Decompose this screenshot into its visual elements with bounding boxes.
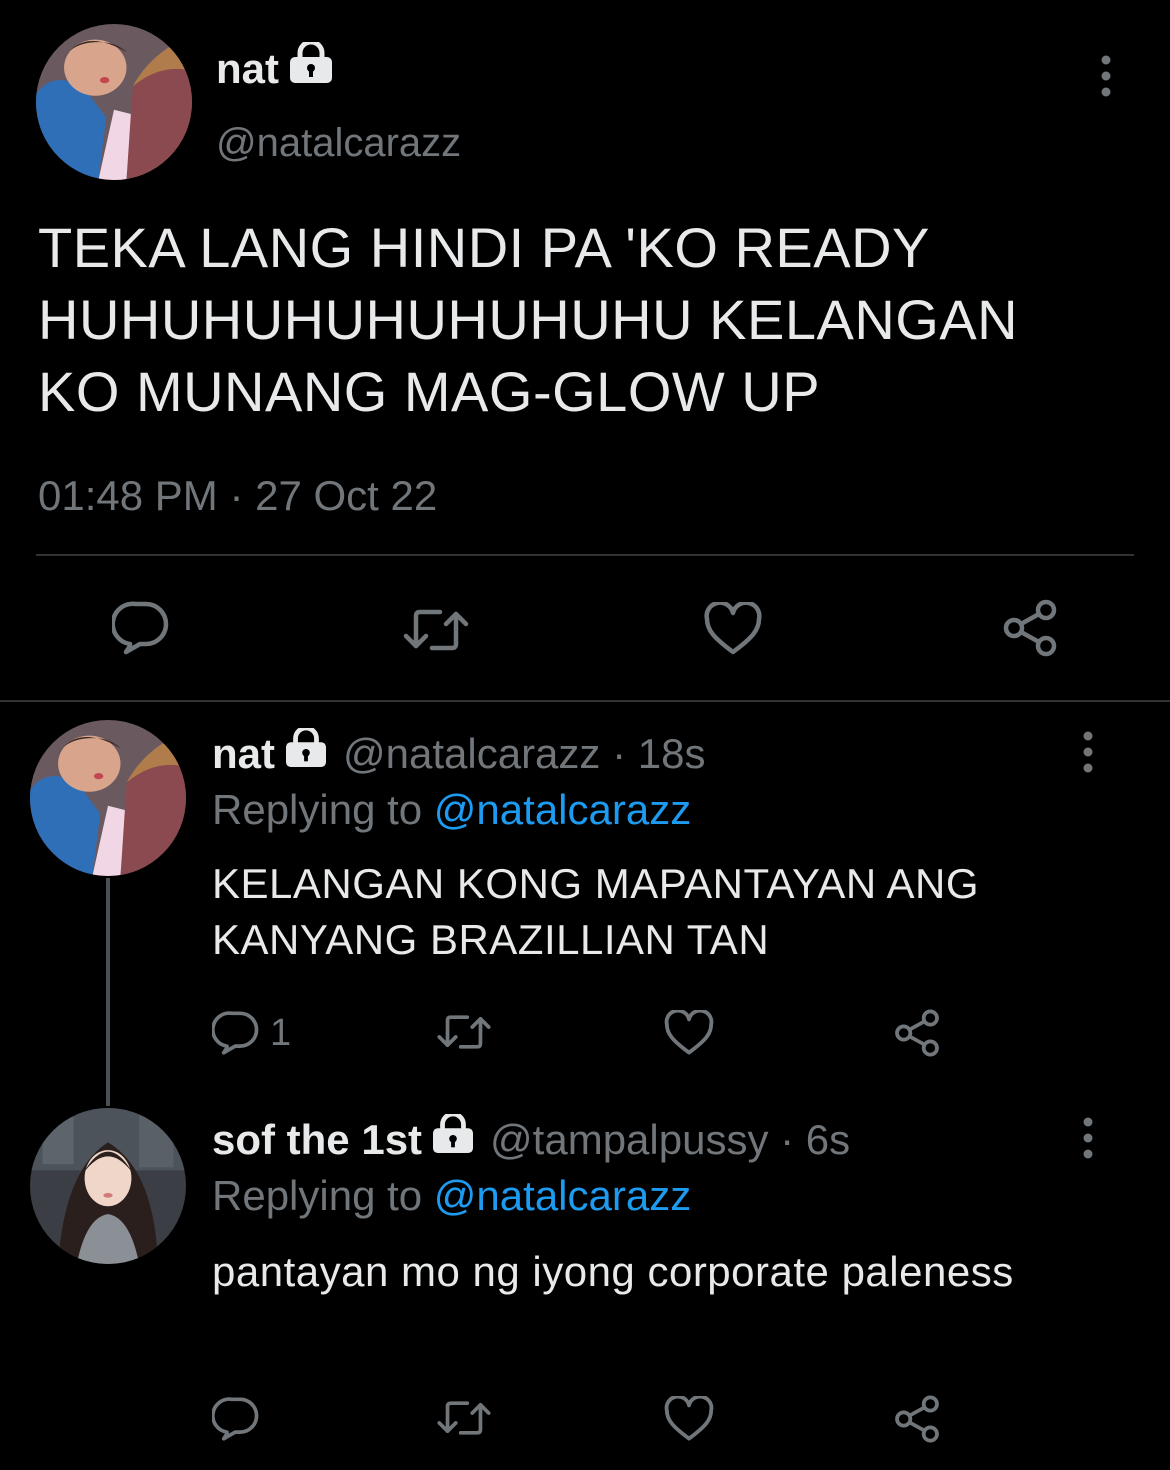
thread-connector bbox=[106, 878, 110, 1106]
author-name[interactable]: nat bbox=[216, 39, 335, 96]
share-icon bbox=[1003, 599, 1057, 657]
lock-icon bbox=[283, 725, 329, 780]
reply-icon bbox=[212, 1011, 259, 1055]
divider bbox=[0, 700, 1170, 702]
lock-icon bbox=[287, 39, 335, 96]
avatar[interactable] bbox=[36, 24, 192, 180]
heart-icon bbox=[704, 602, 762, 655]
retweet-icon bbox=[403, 609, 469, 651]
mention-link[interactable]: @natalcarazz bbox=[434, 786, 691, 833]
reply-button[interactable] bbox=[112, 600, 170, 656]
replying-prefix: Replying to bbox=[212, 786, 423, 833]
like-button[interactable] bbox=[664, 1396, 714, 1442]
display-name[interactable]: nat bbox=[212, 728, 275, 780]
share-button[interactable] bbox=[892, 1394, 942, 1444]
replying-prefix: Replying to bbox=[212, 1172, 423, 1219]
replying-to: Replying to @natalcarazz bbox=[212, 784, 691, 836]
share-button[interactable] bbox=[892, 1008, 942, 1058]
more-vertical-icon[interactable] bbox=[1078, 1116, 1098, 1160]
tweet-thread: nat @natalcarazz TEKA LANG HINDI PA 'KO … bbox=[0, 0, 1170, 1470]
reply-button[interactable] bbox=[212, 1396, 260, 1442]
tweet-text: TEKA LANG HINDI PA 'KO READY HUHUHUHUHUH… bbox=[38, 216, 1019, 423]
avatar[interactable] bbox=[30, 1108, 186, 1264]
lock-icon bbox=[430, 1111, 476, 1166]
more-vertical-icon[interactable] bbox=[1078, 730, 1098, 774]
share-icon bbox=[895, 1395, 939, 1443]
handle-and-time[interactable]: @natalcarazz · 18s bbox=[343, 728, 705, 780]
reply-header: sof the 1st @tampalpussy · 6s bbox=[212, 1111, 850, 1166]
reply-button[interactable]: 1 bbox=[212, 1010, 291, 1056]
heart-icon bbox=[664, 1396, 714, 1441]
reply-text: KELANGAN KONG MAPANTAYAN ANG KANYANG BRA… bbox=[212, 860, 980, 963]
reply-icon bbox=[112, 601, 169, 655]
share-button[interactable] bbox=[1000, 598, 1060, 658]
share-icon bbox=[895, 1009, 939, 1057]
like-button[interactable] bbox=[704, 602, 762, 656]
display-name[interactable]: sof the 1st bbox=[212, 1114, 422, 1166]
heart-icon bbox=[664, 1010, 714, 1055]
handle-and-time[interactable]: @tampalpussy · 6s bbox=[490, 1114, 850, 1166]
divider bbox=[36, 554, 1134, 556]
reply-icon bbox=[212, 1397, 259, 1441]
retweet-icon bbox=[437, 1015, 491, 1049]
retweet-button[interactable] bbox=[402, 606, 470, 654]
retweet-icon bbox=[437, 1401, 491, 1435]
mention-link[interactable]: @natalcarazz bbox=[434, 1172, 691, 1219]
reply-text: pantayan mo ng iyong corporate paleness bbox=[212, 1248, 1014, 1295]
display-name: nat bbox=[216, 45, 279, 92]
reply-count: 1 bbox=[270, 1011, 292, 1054]
retweet-button[interactable] bbox=[436, 1398, 492, 1438]
replying-to: Replying to @natalcarazz bbox=[212, 1170, 691, 1222]
main-tweet: nat @natalcarazz TEKA LANG HINDI PA 'KO … bbox=[0, 0, 1170, 700]
avatar[interactable] bbox=[30, 720, 186, 876]
author-handle[interactable]: @natalcarazz bbox=[216, 118, 461, 168]
tweet-timestamp[interactable]: 01:48 PM · 27 Oct 22 bbox=[38, 470, 437, 522]
more-vertical-icon[interactable] bbox=[1096, 54, 1116, 98]
like-button[interactable] bbox=[664, 1010, 714, 1056]
retweet-button[interactable] bbox=[436, 1012, 492, 1052]
reply-header: nat @natalcarazz · 18s bbox=[212, 725, 705, 780]
